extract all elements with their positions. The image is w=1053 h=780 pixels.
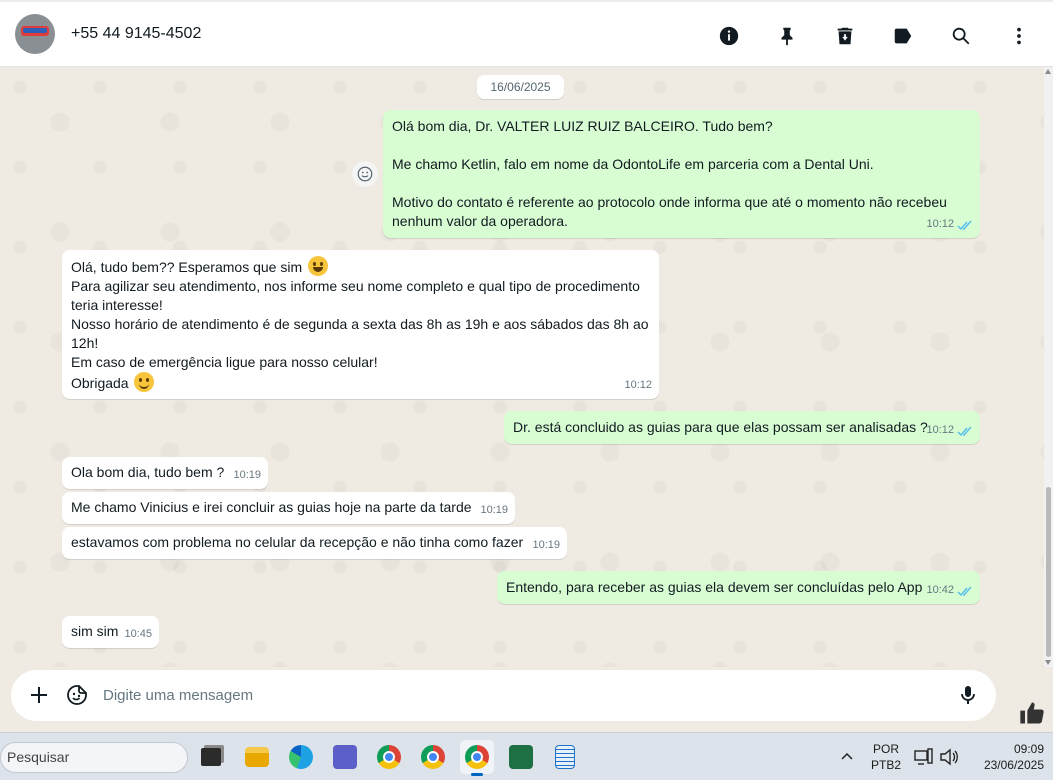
scrollbar-thumb[interactable] xyxy=(1046,487,1051,657)
label-icon[interactable] xyxy=(891,24,915,48)
grinning-emoji-icon xyxy=(308,256,329,276)
message-bubble-outgoing[interactable]: Entendo, para receber as guias ela devem… xyxy=(497,571,980,604)
message-text: Dr. está concluido as guias para que ela… xyxy=(513,419,928,435)
notepad-button[interactable] xyxy=(548,740,582,774)
language-code: POR xyxy=(872,742,899,756)
chrome-icon xyxy=(421,745,445,769)
active-app-indicator xyxy=(471,773,483,776)
message-meta: 10:12 xyxy=(926,215,973,234)
edge-button[interactable] xyxy=(284,740,318,774)
taskbar-search[interactable]: Pesquisar xyxy=(0,742,188,773)
sticker-icon[interactable] xyxy=(65,683,89,707)
clock-time: 09:09 xyxy=(1013,742,1044,756)
message-time: 10:12 xyxy=(624,379,652,391)
read-receipt-icon xyxy=(957,219,973,231)
keyboard-layout: PTB2 xyxy=(870,758,901,772)
message-meta: 10:45 xyxy=(124,625,152,644)
folder-icon xyxy=(245,747,269,767)
smiley-icon xyxy=(357,166,373,182)
read-receipt-icon xyxy=(957,425,973,437)
message-meta: 10:12 xyxy=(926,421,973,440)
read-receipt-icon xyxy=(957,585,973,597)
message-bubble-incoming[interactable]: estavamos com problema no celular da rec… xyxy=(62,527,567,559)
thumbs-up-icon[interactable] xyxy=(1018,699,1046,727)
chrome-icon xyxy=(377,745,401,769)
message-text-body: Para agilizar seu atendimento, nos infor… xyxy=(71,278,649,370)
message-time: 10:45 xyxy=(124,628,152,640)
chrome-icon xyxy=(465,745,489,769)
message-text: Olá bom dia, Dr. VALTER LUIZ RUIZ BALCEI… xyxy=(392,118,947,229)
message-text: Me chamo Vinicius e irei concluir as gui… xyxy=(71,499,472,515)
menu-icon[interactable] xyxy=(1007,24,1031,48)
message-text: estavamos com problema no celular da rec… xyxy=(71,534,524,550)
plus-icon[interactable] xyxy=(27,683,51,707)
message-meta: 10:12 xyxy=(624,376,652,395)
chat-header: +55 44 9145-4502 xyxy=(0,0,1053,67)
message-bubble-incoming[interactable]: Olá, tudo bem?? Esperamos que sim Para a… xyxy=(62,250,659,399)
pin-icon[interactable] xyxy=(775,24,799,48)
composer-bar xyxy=(11,670,996,721)
message-time: 10:19 xyxy=(532,539,560,551)
message-time: 10:12 xyxy=(926,424,954,436)
system-clock[interactable]: 09:09 23/06/2025 xyxy=(964,741,1044,773)
message-time: 10:19 xyxy=(233,469,261,481)
network-icon[interactable] xyxy=(914,748,934,766)
message-time: 10:42 xyxy=(926,584,954,596)
message-text: Ola bom dia, tudo bem ? xyxy=(71,464,225,480)
search-icon[interactable] xyxy=(949,24,973,48)
teams-button[interactable] xyxy=(328,740,362,774)
chrome-profile-2-button[interactable] xyxy=(416,740,450,774)
chat-scrollbar[interactable] xyxy=(1044,67,1053,667)
excel-button[interactable] xyxy=(504,740,538,774)
task-view-button[interactable] xyxy=(194,740,228,774)
edge-icon xyxy=(289,745,313,769)
message-text: Entendo, para receber as guias ela devem… xyxy=(506,579,923,595)
message-bubble-incoming[interactable]: Ola bom dia, tudo bem ? 10:19 xyxy=(62,457,268,489)
contact-avatar[interactable] xyxy=(15,14,55,54)
scroll-up-arrow-icon[interactable] xyxy=(1045,69,1051,74)
microphone-icon[interactable] xyxy=(956,683,980,707)
message-meta: 10:19 xyxy=(233,466,261,485)
message-meta: 10:19 xyxy=(532,536,560,555)
message-time: 10:12 xyxy=(926,218,954,230)
chrome-profile-1-button[interactable] xyxy=(372,740,406,774)
windows-taskbar: Pesquisar POR PTB2 09:09 23/06/2025 xyxy=(0,732,1053,780)
teams-icon xyxy=(333,745,357,769)
message-meta: 10:19 xyxy=(480,501,508,520)
scroll-down-arrow-icon[interactable] xyxy=(1045,660,1051,665)
message-text-closing: Obrigada xyxy=(71,375,133,391)
chat-area[interactable]: 16/06/2025 Olá bom dia, Dr. VALTER LUIZ … xyxy=(0,67,1044,667)
chrome-profile-3-button[interactable] xyxy=(460,740,494,776)
header-actions xyxy=(683,2,1031,69)
volume-icon[interactable] xyxy=(939,748,959,766)
file-explorer-button[interactable] xyxy=(240,740,274,774)
message-bubble-outgoing[interactable]: Olá bom dia, Dr. VALTER LUIZ RUIZ BALCEI… xyxy=(383,110,980,238)
excel-icon xyxy=(509,745,533,769)
clock-date: 23/06/2025 xyxy=(983,758,1044,772)
smiling-emoji-icon xyxy=(134,372,155,392)
delete-icon[interactable] xyxy=(833,24,857,48)
notepad-icon xyxy=(555,745,575,769)
message-input[interactable] xyxy=(103,682,923,708)
chevron-up-icon[interactable] xyxy=(840,750,854,764)
message-bubble-incoming[interactable]: Me chamo Vinicius e irei concluir as gui… xyxy=(62,492,515,524)
contact-name[interactable]: +55 44 9145-4502 xyxy=(71,25,201,43)
message-meta: 10:42 xyxy=(926,581,973,600)
message-bubble-incoming[interactable]: sim sim 10:45 xyxy=(62,616,159,648)
date-chip: 16/06/2025 xyxy=(477,75,564,99)
message-text-greeting: Olá, tudo bem?? Esperamos que sim xyxy=(71,259,307,275)
message-time: 10:19 xyxy=(480,504,508,516)
task-view-icon xyxy=(201,748,221,766)
message-bubble-outgoing[interactable]: Dr. está concluido as guias para que ela… xyxy=(504,411,980,444)
message-composer xyxy=(0,667,1053,732)
info-icon[interactable] xyxy=(717,24,741,48)
input-language-indicator[interactable]: POR PTB2 xyxy=(866,741,906,773)
emoji-reaction-button[interactable] xyxy=(352,161,378,187)
